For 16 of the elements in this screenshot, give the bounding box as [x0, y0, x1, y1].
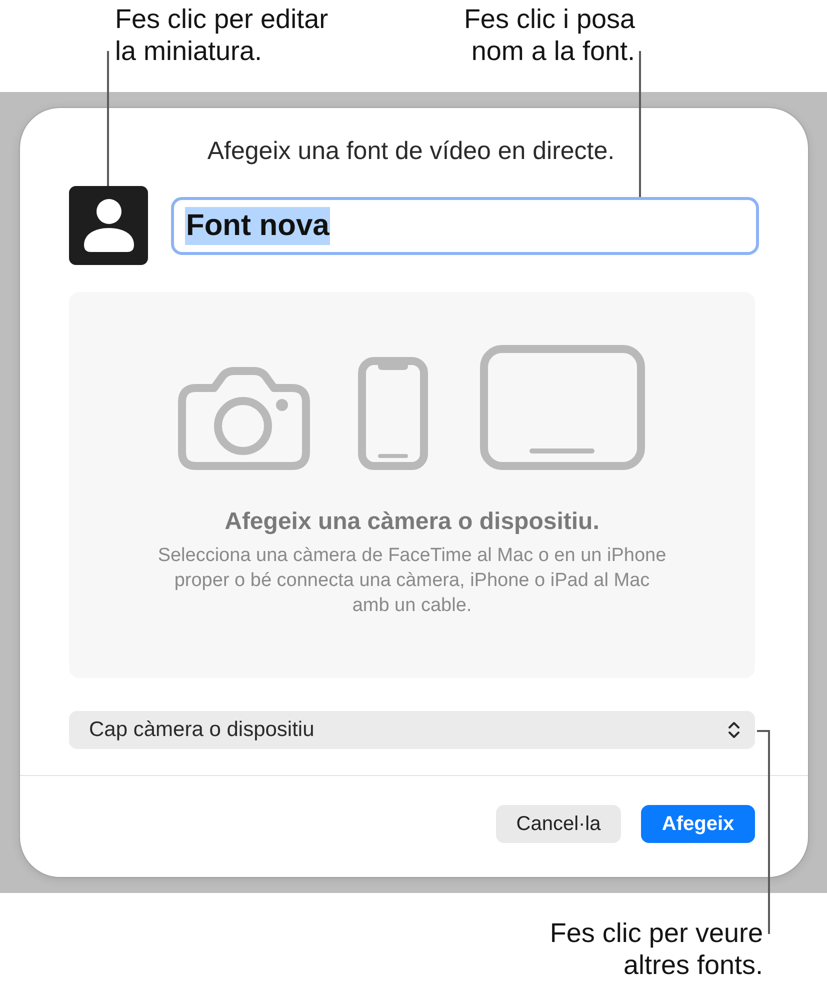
name-field[interactable]: Font nova: [171, 196, 759, 254]
preview-heading: Afegeix una càmera o dispositiu.: [224, 508, 600, 536]
device-popup[interactable]: Cap càmera o dispositiu: [69, 711, 755, 749]
preview-description: Selecciona una càmera de FaceTime al Mac o en un iPhone proper o bé connecta una càmera, iPhone o iPad al Mac amb un cable.: [158, 544, 666, 618]
cancel-button[interactable]: Cancel·la: [496, 805, 621, 843]
thumbnail-button[interactable]: [69, 186, 148, 265]
callout-text: Fes clic per veure altres fonts.: [550, 917, 763, 982]
dialog-title: Afegeix una font de vídeo en directe.: [207, 136, 615, 166]
callout-text: Fes clic i posa nom a la font.: [464, 3, 635, 67]
add-button[interactable]: Afegeix: [641, 805, 755, 843]
phone-icon: [358, 357, 428, 470]
person-icon: [84, 199, 134, 252]
tablet-icon: [480, 345, 645, 470]
callout-text: Fes clic per editar la miniatura.: [115, 3, 328, 67]
up-down-chevron-icon: [728, 721, 740, 739]
camera-icon: [178, 367, 310, 470]
